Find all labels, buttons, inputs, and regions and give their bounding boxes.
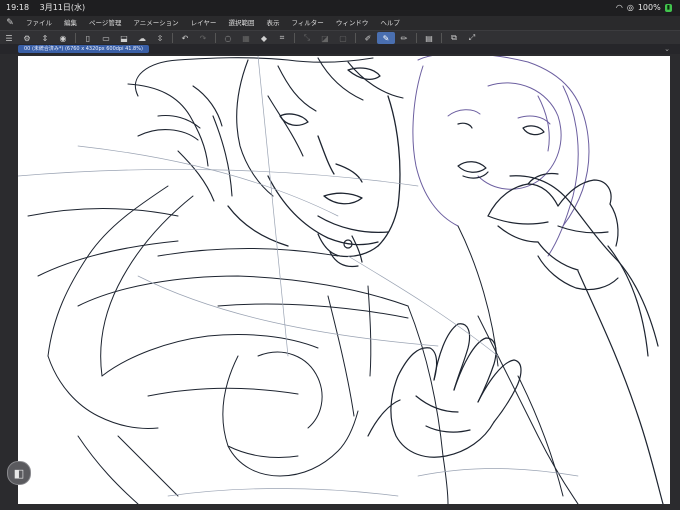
drawing-canvas[interactable] bbox=[18, 56, 670, 504]
toolbar-divider bbox=[294, 33, 295, 43]
menu-filter[interactable]: フィルター bbox=[285, 16, 329, 30]
open-folder-icon[interactable]: ▭ bbox=[97, 32, 115, 44]
toolbar-divider bbox=[75, 33, 76, 43]
status-time: 19:18 bbox=[6, 3, 30, 12]
battery-percent: 100% bbox=[637, 3, 661, 12]
menu-selection[interactable]: 選択範囲 bbox=[222, 16, 260, 30]
toolbar-divider bbox=[416, 33, 417, 43]
menu-edit[interactable]: 編集 bbox=[58, 16, 83, 30]
status-date: 3月11日(水) bbox=[39, 3, 86, 12]
document-tab-label: 00 (未統合済み*) (6760 x 4320px 600dpi 41.8%) bbox=[24, 46, 143, 52]
document-tab-bar: 00 (未統合済み*) (6760 x 4320px 600dpi 41.8%)… bbox=[0, 44, 680, 54]
touch-gesture-icon[interactable]: ◧ bbox=[7, 461, 31, 485]
crop-icon[interactable]: ⌗ bbox=[273, 32, 291, 44]
undo-icon[interactable]: ↶ bbox=[176, 32, 194, 44]
menu-help[interactable]: ヘルプ bbox=[374, 16, 406, 30]
status-bar: 19:18 3月11日(水) ◠ ◎ 100% ▮ bbox=[0, 0, 680, 16]
select-arrows-icon[interactable]: ⇕ bbox=[36, 32, 54, 44]
command-bar: ☰ ⚙ ⇕ ◉ ▯ ▭ ⬓ ☁ ⇳ ↶ ↷ ◌ ▦ ◆ ⌗ ⤡ ◪ ▢ ✐ ✎ … bbox=[0, 30, 680, 45]
orientation-lock-icon: ◎ bbox=[626, 3, 634, 12]
toolbar-divider bbox=[172, 33, 173, 43]
menu-window[interactable]: ウィンドウ bbox=[330, 16, 375, 30]
stepper-icon[interactable]: ⇳ bbox=[151, 32, 169, 44]
layer-icon[interactable]: ▤ bbox=[420, 32, 438, 44]
menu-bar: ✎ ファイル 編集 ページ管理 アニメーション レイヤー 選択範囲 表示 フィル… bbox=[0, 16, 680, 30]
color-wheel-icon[interactable]: ◉ bbox=[54, 32, 72, 44]
gear-icon[interactable]: ⚙ bbox=[18, 32, 36, 44]
toolbar-divider bbox=[215, 33, 216, 43]
toolbar-divider bbox=[441, 33, 442, 43]
brush-icon[interactable]: ✎ bbox=[377, 32, 395, 44]
save-icon[interactable]: ⬓ bbox=[115, 32, 133, 44]
redo-icon[interactable]: ↷ bbox=[194, 32, 212, 44]
menu-animation[interactable]: アニメーション bbox=[127, 16, 184, 30]
document-tab[interactable]: 00 (未統合済み*) (6760 x 4320px 600dpi 41.8%) bbox=[18, 45, 149, 53]
wifi-icon: ◠ bbox=[615, 3, 623, 12]
lasso-icon[interactable]: ◌ bbox=[219, 32, 237, 44]
cloud-icon[interactable]: ☁ bbox=[133, 32, 151, 44]
menu-view[interactable]: 表示 bbox=[260, 16, 285, 30]
menu-page[interactable]: ページ管理 bbox=[83, 16, 127, 30]
battery-icon: ▮ bbox=[664, 4, 672, 12]
copy-layer-icon[interactable]: ⧉ bbox=[445, 32, 463, 44]
menu-icon[interactable]: ☰ bbox=[0, 32, 18, 44]
new-document-icon[interactable]: ▯ bbox=[79, 32, 97, 44]
app-logo-icon[interactable]: ✎ bbox=[0, 16, 20, 30]
chevron-down-icon[interactable]: ⌄ bbox=[664, 44, 670, 54]
pen-icon[interactable]: ✐ bbox=[359, 32, 377, 44]
clear-icon[interactable]: ▢ bbox=[334, 32, 352, 44]
fill-icon[interactable]: ◆ bbox=[255, 32, 273, 44]
pencil-icon[interactable]: ✏ bbox=[395, 32, 413, 44]
menu-file[interactable]: ファイル bbox=[20, 16, 58, 30]
transform-icon[interactable]: ⤡ bbox=[298, 32, 316, 44]
sketch-artwork bbox=[18, 56, 664, 504]
toolbar-divider bbox=[355, 33, 356, 43]
scale-icon[interactable]: ◪ bbox=[316, 32, 334, 44]
expand-icon[interactable]: ⤢ bbox=[463, 32, 481, 44]
deselect-icon[interactable]: ▦ bbox=[237, 32, 255, 44]
menu-layer[interactable]: レイヤー bbox=[185, 16, 223, 30]
